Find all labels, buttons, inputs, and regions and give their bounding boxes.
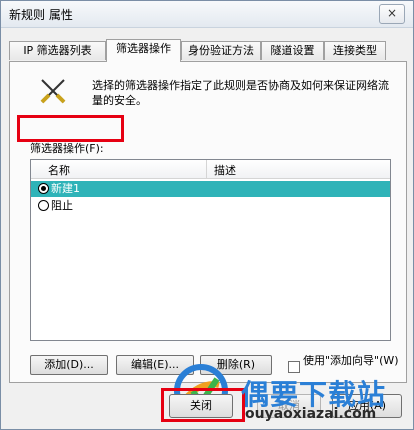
watermark-url: ouyaoxiazai.com — [245, 406, 377, 422]
radio-icon[interactable] — [38, 200, 49, 211]
tab-authentication-methods[interactable]: 身份验证方法 — [181, 41, 261, 60]
tab-ip-filter-list[interactable]: IP 筛选器列表 — [9, 41, 106, 60]
column-header-name[interactable]: 名称 — [48, 162, 70, 178]
tab-tunnel-settings[interactable]: 隧道设置 — [261, 41, 324, 60]
list-header: 名称 描述 — [31, 160, 390, 179]
title-bar[interactable]: 新规则 属性 × — [1, 1, 413, 28]
tab-filter-action[interactable]: 筛选器操作 — [106, 39, 181, 62]
use-wizard-checkbox[interactable] — [288, 361, 300, 373]
window-title: 新规则 属性 — [9, 8, 73, 22]
tab-strip: IP 筛选器列表 筛选器操作 身份验证方法 隧道设置 连接类型 — [9, 39, 407, 62]
radio-selected-icon[interactable] — [38, 183, 49, 194]
highlight-box-close — [161, 388, 245, 422]
properties-dialog: 新规则 属性 × IP 筛选器列表 筛选器操作 身份验证方法 隧道设置 连接类型… — [0, 0, 414, 430]
close-window-button[interactable]: × — [379, 4, 405, 24]
column-header-description[interactable]: 描述 — [214, 162, 236, 178]
highlight-box-row — [17, 115, 124, 142]
filter-actions-label: 筛选器操作(F): — [30, 142, 104, 155]
filter-action-icon — [40, 79, 66, 104]
filter-action-panel: 选择的筛选器操作指定了此规则是否协商及如何来保证网络流量的安全。 筛选器操作(F… — [9, 61, 407, 383]
list-item-name: 阻止 — [51, 199, 73, 212]
filter-action-list[interactable]: 名称 描述 新建1 阻止 — [30, 159, 391, 341]
filter-action-description: 选择的筛选器操作指定了此规则是否协商及如何来保证网络流量的安全。 — [92, 79, 389, 107]
tab-connection-type[interactable]: 连接类型 — [324, 41, 386, 60]
add-button[interactable]: 添加(D)... — [30, 355, 108, 375]
list-item[interactable]: 阻止 — [31, 198, 390, 214]
list-item-name: 新建1 — [51, 182, 80, 195]
column-separator[interactable] — [206, 160, 207, 178]
list-item[interactable]: 新建1 — [31, 181, 390, 197]
use-wizard-label: 使用"添加向导"(W) — [303, 354, 399, 367]
